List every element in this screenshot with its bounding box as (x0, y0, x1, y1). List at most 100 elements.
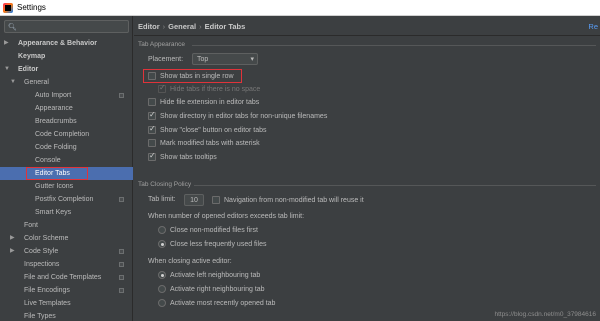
breadcrumb: Editor › General › Editor Tabs (138, 22, 245, 31)
chevron-right-icon[interactable]: ▶ (10, 232, 15, 245)
sidebar-item-label: File Types (24, 313, 56, 320)
breadcrumb-separator: › (199, 22, 202, 31)
sidebar-item-keymap[interactable]: Keymap (0, 50, 133, 63)
sidebar-item-label: Appearance (35, 105, 73, 112)
sidebar-item-file-and-code-templates[interactable]: File and Code Templates (0, 271, 133, 284)
sidebar-item-editor-tabs[interactable]: Editor Tabs (0, 167, 133, 180)
sidebar-item-console[interactable]: Console (0, 154, 133, 167)
reuse-tab-checkbox[interactable] (212, 196, 220, 204)
option-hide-file-extension-in-editor-tabs[interactable]: Hide file extension in editor tabs (148, 98, 259, 106)
reuse-tab-option[interactable]: Navigation from non-modified tab will re… (212, 196, 364, 204)
sidebar-item-font[interactable]: Font (0, 219, 133, 232)
sidebar-item-code-style[interactable]: ▶ Code Style (0, 245, 133, 258)
option-label: Hide tabs if there is no space (170, 85, 261, 93)
sidebar-item-label: Editor (18, 66, 39, 73)
option-show-close-button-on-editor-tabs[interactable]: Show "close" button on editor tabs (148, 124, 267, 134)
title-bar: Settings (0, 0, 600, 16)
chevron-down-icon[interactable]: ▼ (4, 63, 10, 76)
breadcrumb-editor[interactable]: Editor (138, 22, 160, 31)
sidebar-item-label: Auto Import (35, 92, 72, 99)
placement-label: Placement: (148, 56, 184, 63)
option-label: Show directory in editor tabs for non-un… (160, 112, 328, 120)
radio-activate-left-neighbouring-tab[interactable]: Activate left neighbouring tab (158, 271, 260, 279)
checkbox[interactable] (148, 124, 156, 134)
tab-appearance-title: Tab Appearance (138, 41, 185, 48)
radio-activate-right-neighbouring-tab[interactable]: Activate right neighbouring tab (158, 285, 265, 293)
window-title: Settings (17, 3, 46, 12)
tab-closing-title: Tab Closing Policy (138, 181, 192, 188)
checkbox[interactable] (148, 110, 156, 120)
sidebar-item-label: Font (24, 222, 39, 229)
sidebar-item-gutter-icons[interactable]: Gutter Icons (0, 180, 133, 193)
sidebar-item-file-types[interactable]: File Types (0, 310, 133, 321)
option-label: Show "close" button on editor tabs (160, 126, 267, 134)
settings-sidebar: 🔍︎ ▶ Appearance & Behavior Keymap ▼ Editor ▼ G… (0, 16, 133, 321)
sidebar-item-inspections[interactable]: Inspections (0, 258, 133, 271)
sidebar-item-label: Postfix Completion (35, 196, 94, 203)
sidebar-item-breadcrumbs[interactable]: Breadcrumbs (0, 115, 133, 128)
project-settings-icon (119, 288, 124, 293)
option-label: Mark modified tabs with asterisk (160, 139, 260, 147)
radio-close-non-modified-files-first[interactable]: Close non-modified files first (158, 226, 258, 234)
group-divider (192, 45, 596, 46)
sidebar-item-label: File and Code Templates (24, 274, 102, 281)
radio-button[interactable] (158, 226, 166, 234)
checkbox[interactable] (148, 98, 156, 106)
chevron-right-icon[interactable]: ▶ (4, 37, 9, 50)
sidebar-item-label: Live Templates (24, 300, 71, 307)
sidebar-item-general[interactable]: ▼ General (0, 76, 133, 89)
sidebar-item-code-completion[interactable]: Code Completion (0, 128, 133, 141)
sidebar-item-auto-import[interactable]: Auto Import (0, 89, 133, 102)
sidebar-item-smart-keys[interactable]: Smart Keys (0, 206, 133, 219)
sidebar-item-label: Appearance & Behavior (18, 40, 97, 47)
sidebar-item-file-encodings[interactable]: File Encodings (0, 284, 133, 297)
group-divider (194, 185, 596, 186)
reuse-tab-label: Navigation from non-modified tab will re… (224, 196, 364, 204)
placement-select[interactable]: Top ▾ (192, 53, 258, 65)
sidebar-item-appearance[interactable]: Appearance (0, 102, 133, 115)
search-input[interactable]: 🔍︎ (4, 20, 129, 33)
radio-label: Close non-modified files first (170, 226, 258, 234)
checkbox[interactable] (148, 139, 156, 147)
radio-button[interactable] (158, 285, 166, 293)
option-show-tabs-tooltips[interactable]: Show tabs tooltips (148, 151, 217, 161)
chevron-down-icon[interactable]: ▼ (10, 76, 16, 89)
radio-label: Activate left neighbouring tab (170, 271, 261, 279)
tab-limit-input[interactable]: 10 (184, 194, 204, 206)
sidebar-item-postfix-completion[interactable]: Postfix Completion (0, 193, 133, 206)
breadcrumb-general[interactable]: General (168, 22, 196, 31)
option-label: Hide file extension in editor tabs (160, 98, 260, 106)
sidebar-item-appearance-behavior[interactable]: ▶ Appearance & Behavior (0, 37, 133, 50)
radio-activate-most-recently-opened-tab[interactable]: Activate most recently opened tab (158, 299, 275, 307)
checkbox (158, 83, 166, 93)
radio-button[interactable] (158, 299, 166, 307)
radio-close-less-frequently-used-files[interactable]: Close less frequently used files (158, 240, 267, 248)
closing-active-label: When closing active editor: (148, 258, 232, 265)
sidebar-item-live-templates[interactable]: Live Templates (0, 297, 133, 310)
option-hide-tabs-if-there-is-no-space: Hide tabs if there is no space (158, 83, 261, 93)
highlight-box (26, 167, 88, 180)
settings-tree: ▶ Appearance & Behavior Keymap ▼ Editor ▼ Gene… (0, 37, 133, 321)
search-icon: 🔍︎ (8, 23, 17, 31)
placement-value: Top (197, 55, 209, 63)
breadcrumb-editor-tabs: Editor Tabs (204, 22, 246, 31)
sidebar-item-label: General (24, 79, 49, 86)
radio-label: Close less frequently used files (170, 240, 267, 248)
sidebar-item-label: Keymap (18, 53, 46, 60)
option-mark-modified-tabs-with-asterisk[interactable]: Mark modified tabs with asterisk (148, 139, 260, 147)
checkbox[interactable] (148, 151, 156, 161)
sidebar-item-code-folding[interactable]: Code Folding (0, 141, 133, 154)
radio-button[interactable] (158, 271, 166, 279)
radio-button[interactable] (158, 240, 166, 248)
sidebar-item-editor[interactable]: ▼ Editor (0, 63, 133, 76)
reset-link[interactable]: Re (588, 22, 598, 31)
sidebar-item-color-scheme[interactable]: ▶ Color Scheme (0, 232, 133, 245)
tab-limit-value: 10 (190, 196, 198, 204)
sidebar-item-label: File Encodings (24, 287, 70, 294)
sidebar-item-label: Code Completion (35, 131, 90, 138)
sidebar-item-label: Inspections (24, 261, 60, 268)
chevron-right-icon[interactable]: ▶ (10, 245, 15, 258)
option-label: Show tabs tooltips (160, 153, 217, 161)
option-show-directory-in-editor-tabs-for-non-unique-filenames[interactable]: Show directory in editor tabs for non-un… (148, 110, 328, 120)
sidebar-item-label: Code Folding (35, 144, 77, 151)
